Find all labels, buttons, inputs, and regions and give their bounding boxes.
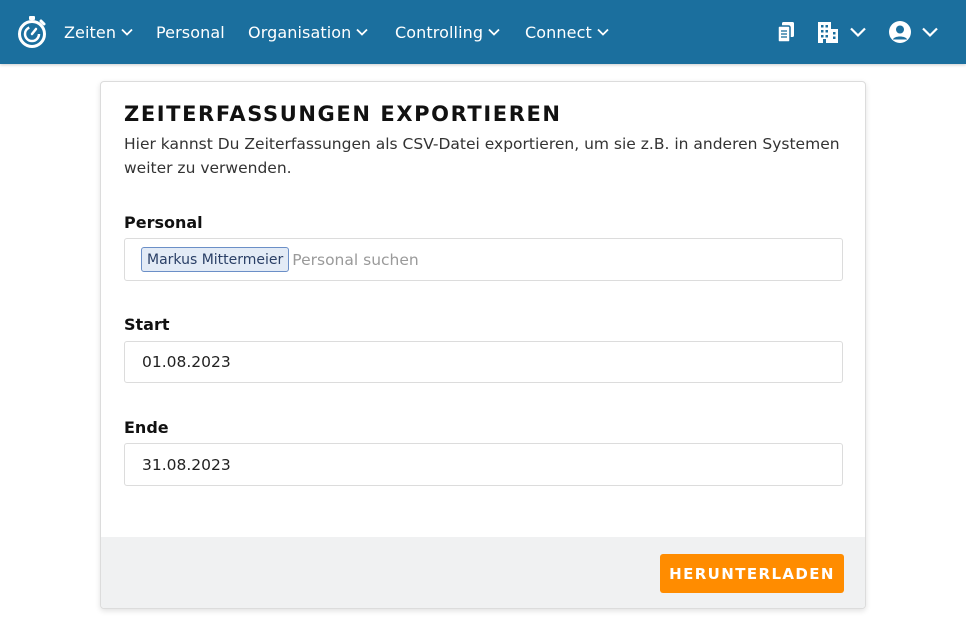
chevron-down-icon [121, 28, 133, 36]
start-date-input[interactable]: 01.08.2023 [124, 341, 843, 383]
nav-item-organisation-label: Organisation [248, 22, 352, 42]
nav-item-zeiten-label: Zeiten [64, 22, 117, 42]
organisation-switcher[interactable] [816, 0, 867, 64]
documents-button[interactable] [776, 0, 796, 64]
page-title: ZEITERFASSUNGEN EXPORTIEREN [124, 102, 562, 126]
page-description: Hier kannst Du Zeiterfassungen als CSV-D… [124, 135, 840, 177]
personal-label: Personal [124, 213, 203, 232]
nav-item-organisation[interactable]: Organisation [248, 0, 369, 64]
start-label: Start [124, 315, 170, 334]
download-button[interactable]: HERUNTERLADEN [660, 554, 844, 593]
card-footer: HERUNTERLADEN [101, 537, 865, 608]
building-icon [818, 22, 838, 43]
stopwatch-logo-icon[interactable] [17, 16, 47, 48]
nav-item-zeiten[interactable]: Zeiten [64, 0, 133, 64]
nav-item-controlling[interactable]: Controlling [395, 0, 500, 64]
nav-item-connect[interactable]: Connect [525, 0, 609, 64]
end-label: Ende [124, 418, 169, 437]
chevron-down-icon [922, 27, 938, 38]
nav-item-controlling-label: Controlling [395, 22, 484, 42]
nav-item-connect-label: Connect [525, 22, 592, 42]
documents-icon [777, 22, 794, 43]
top-navigation-bar: Zeiten Personal Organisation Controlling… [0, 0, 966, 64]
end-date-input[interactable]: 31.08.2023 [124, 443, 843, 486]
chevron-down-icon [488, 28, 500, 36]
chevron-down-icon [850, 27, 866, 38]
nav-item-personal-label: Personal [156, 22, 225, 42]
personal-search-input[interactable] [292, 250, 693, 269]
user-account-icon [889, 21, 911, 43]
export-card: ZEITERFASSUNGEN EXPORTIEREN Hier kannst … [100, 81, 866, 609]
user-menu[interactable] [888, 0, 939, 64]
personal-search-field[interactable]: Markus Mittermeier [124, 238, 843, 281]
chevron-down-icon [597, 28, 609, 36]
selected-person-tag[interactable]: Markus Mittermeier [141, 247, 290, 272]
nav-item-personal[interactable]: Personal [156, 0, 225, 64]
chevron-down-icon [356, 28, 369, 36]
